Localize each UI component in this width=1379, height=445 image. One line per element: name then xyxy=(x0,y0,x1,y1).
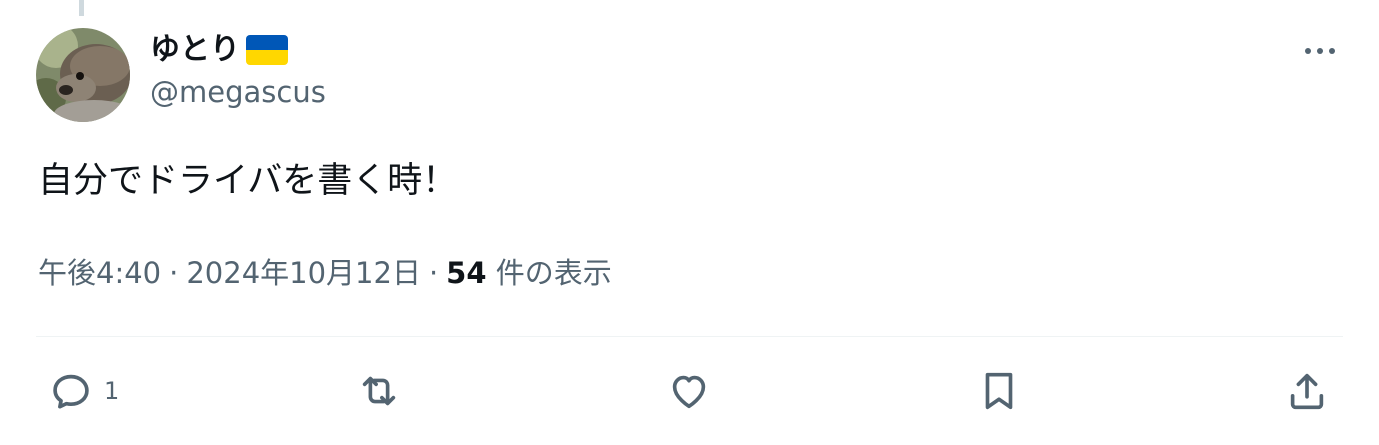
meta-separator: · xyxy=(428,256,439,290)
divider xyxy=(36,336,1343,337)
share-button[interactable] xyxy=(1284,366,1330,416)
views-label: 件の表示 xyxy=(495,256,612,290)
like-button[interactable] xyxy=(666,366,712,416)
meta-separator: · xyxy=(169,256,179,290)
retweet-button[interactable] xyxy=(356,366,402,416)
views-count: 54 xyxy=(446,256,487,290)
more-dot-icon xyxy=(1305,48,1311,54)
thread-connector-line xyxy=(79,0,84,16)
share-icon xyxy=(1290,373,1324,410)
more-dot-icon xyxy=(1317,48,1323,54)
display-name[interactable]: ゆとり xyxy=(150,35,240,65)
hedgehog-avatar-image xyxy=(36,28,130,122)
bookmark-button[interactable] xyxy=(976,366,1022,416)
reply-count: 1 xyxy=(104,377,120,405)
tweet-text: 自分でドライバを書く時！ xyxy=(38,161,458,201)
more-dot-icon xyxy=(1329,48,1335,54)
ukraine-flag-icon xyxy=(246,35,288,65)
like-icon xyxy=(672,375,706,409)
tweet-time[interactable]: 午後4:40 xyxy=(38,256,161,290)
reply-icon xyxy=(53,374,89,409)
tweet-date[interactable]: 2024年10月12日 xyxy=(186,256,421,290)
avatar[interactable] xyxy=(36,28,130,122)
more-options-button[interactable] xyxy=(1298,34,1342,68)
reply-button[interactable]: 1 xyxy=(48,366,119,416)
author-handle[interactable]: @megascus xyxy=(150,78,326,107)
author-name-row[interactable]: ゆとり xyxy=(150,28,288,72)
tweet-meta: 午後4:40 · 2024年10月12日 · 54 件の表示 xyxy=(38,256,612,291)
retweet-icon xyxy=(362,376,396,406)
bookmark-icon xyxy=(985,372,1013,410)
